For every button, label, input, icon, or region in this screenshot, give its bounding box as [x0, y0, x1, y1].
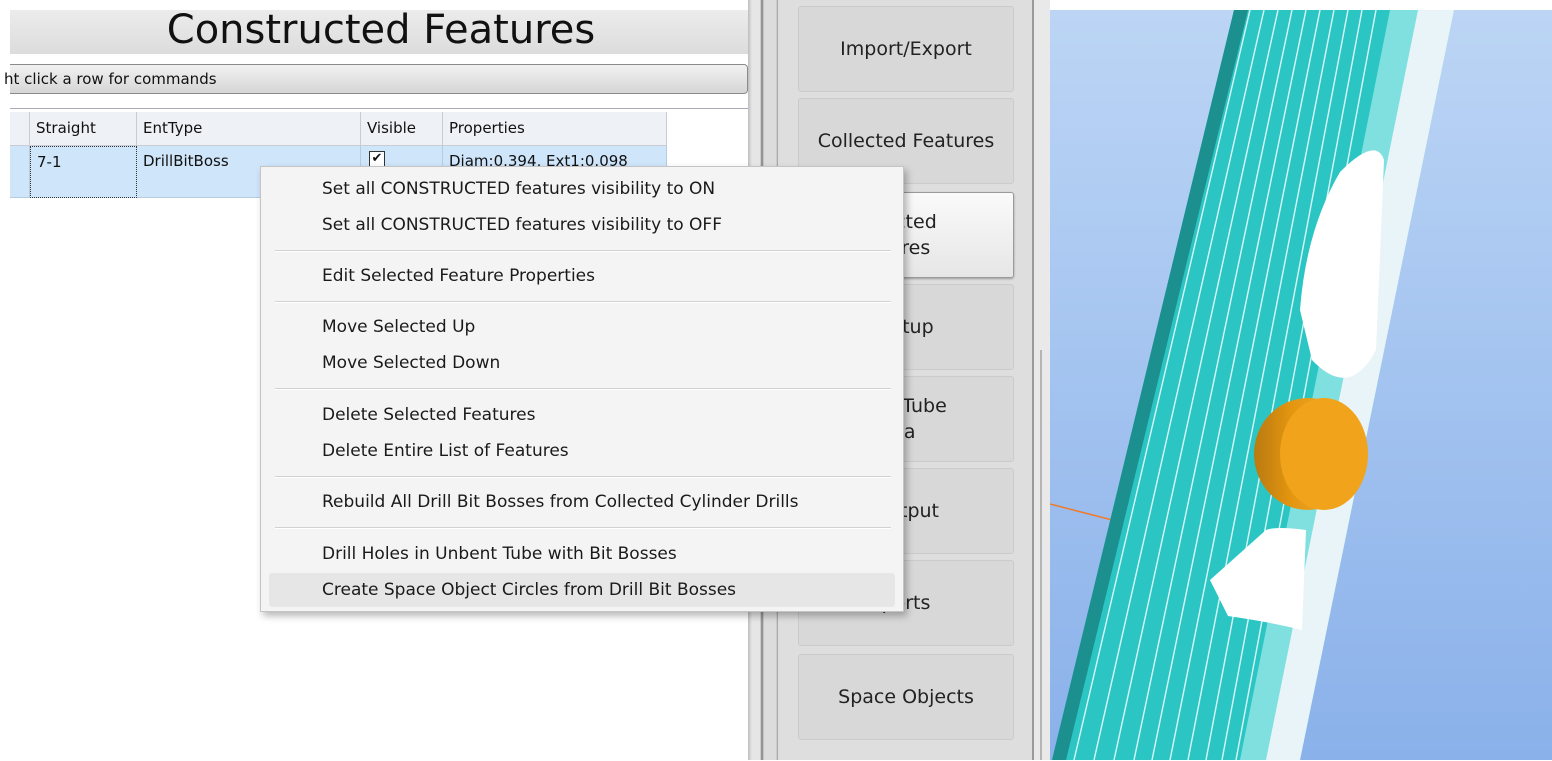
nav-button-label: Collected Features — [817, 130, 995, 152]
column-header-straight[interactable]: Straight — [30, 112, 137, 146]
menu-item-delete-selected[interactable]: Delete Selected Features — [269, 398, 895, 432]
3d-viewport[interactable] — [1050, 10, 1552, 760]
command-hint-bar: ht click a row for commands — [4, 64, 748, 94]
column-header-properties[interactable]: Properties — [443, 112, 667, 146]
row-header[interactable] — [10, 146, 30, 198]
menu-separator — [275, 388, 891, 390]
drill-bit-boss-face — [1280, 398, 1368, 510]
command-hint-text: ht click a row for commands — [4, 70, 217, 88]
column-header-enttype[interactable]: EntType — [137, 112, 361, 146]
menu-separator — [275, 250, 891, 252]
nav-button-label: Space Objects — [838, 686, 974, 708]
menu-separator — [275, 476, 891, 478]
panel-title: Constructed Features — [166, 7, 596, 53]
nav-button-label: Import/Export — [840, 38, 972, 60]
visible-checkbox[interactable]: ✔ — [369, 151, 385, 167]
menu-item-edit-properties[interactable]: Edit Selected Feature Properties — [269, 259, 895, 293]
column-header-visible[interactable]: Visible — [361, 112, 443, 146]
menu-item-visibility-on[interactable]: Set all CONSTRUCTED features visibility … — [269, 172, 895, 206]
nav-button-import-export[interactable]: Import/Export — [798, 6, 1014, 92]
tube-render — [1050, 10, 1454, 760]
menu-item-move-down[interactable]: Move Selected Down — [269, 346, 895, 380]
menu-item-rebuild-bosses[interactable]: Rebuild All Drill Bit Bosses from Collec… — [269, 485, 895, 519]
menu-item-visibility-off[interactable]: Set all CONSTRUCTED features visibility … — [269, 208, 895, 242]
nav-scroll-track — [1040, 350, 1042, 760]
nav-button-space-objects[interactable]: Space Objects — [798, 654, 1014, 740]
nav-scroll-gutter[interactable] — [1034, 0, 1050, 760]
menu-item-delete-all[interactable]: Delete Entire List of Features — [269, 434, 895, 468]
menu-separator — [275, 301, 891, 303]
menu-item-create-space-circles[interactable]: Create Space Object Circles from Drill B… — [269, 573, 895, 607]
context-menu: Set all CONSTRUCTED features visibility … — [260, 166, 904, 612]
row-header-corner — [10, 112, 30, 146]
menu-item-drill-holes[interactable]: Drill Holes in Unbent Tube with Bit Boss… — [269, 537, 895, 571]
menu-separator — [275, 527, 891, 529]
cell-straight[interactable]: 7-1 — [30, 146, 137, 198]
menu-item-move-up[interactable]: Move Selected Up — [269, 310, 895, 344]
reference-axis-line — [1050, 503, 1121, 523]
panel-title-bar: Constructed Features — [10, 10, 752, 54]
